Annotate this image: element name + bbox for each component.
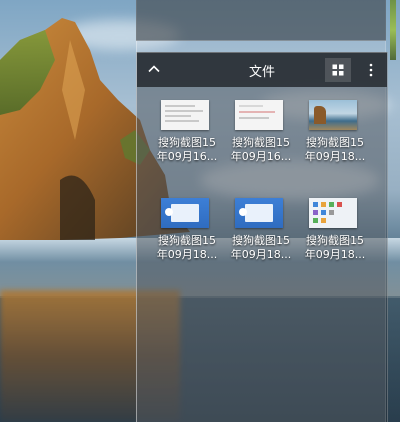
file-label: 搜狗截图15 年09月18... — [304, 136, 366, 163]
file-item[interactable]: 搜狗截图15 年09月18... — [227, 198, 299, 276]
chevron-up-icon — [148, 65, 160, 73]
more-vertical-icon — [369, 63, 373, 77]
file-item[interactable]: 搜狗截图15 年09月18... — [301, 198, 373, 276]
screenshot-thumbnail — [161, 100, 209, 130]
file-label: 搜狗截图15 年09月16... — [156, 136, 218, 163]
screenshot-thumbnail — [235, 198, 283, 228]
fence-title-bar[interactable]: 文件 — [137, 52, 387, 87]
file-item[interactable]: 搜狗截图15 年09月16... — [227, 100, 299, 178]
file-item[interactable]: 搜狗截图15 年09月18... — [153, 198, 225, 276]
screenshot-thumbnail — [309, 198, 357, 228]
file-label: 搜狗截图15 年09月18... — [156, 234, 218, 261]
file-item[interactable]: 搜狗截图15 年09月18... — [301, 100, 373, 178]
file-label: 搜狗截图15 年09月16... — [230, 136, 292, 163]
screenshot-thumbnail — [235, 100, 283, 130]
more-options-button[interactable] — [361, 58, 381, 82]
collapse-button[interactable] — [143, 58, 165, 80]
grid-view-icon — [332, 64, 344, 76]
screenshot-thumbnail — [161, 198, 209, 228]
screenshot-thumbnail — [309, 100, 357, 130]
desktop-background: 文件 搜狗截图15 年09月16... 搜狗截图15 年09月16... 搜狗截… — [0, 0, 400, 422]
grid-view-button[interactable] — [325, 58, 351, 82]
file-item[interactable]: 搜狗截图15 年09月16... — [153, 100, 225, 178]
fence-window: 文件 搜狗截图15 年09月16... 搜狗截图15 年09月16... 搜狗截… — [136, 52, 388, 422]
file-label: 搜狗截图15 年09月18... — [304, 234, 366, 261]
edge-scroll-indicator — [390, 0, 396, 60]
fence-top-bar — [136, 0, 386, 41]
file-label: 搜狗截图15 年09月18... — [230, 234, 292, 261]
